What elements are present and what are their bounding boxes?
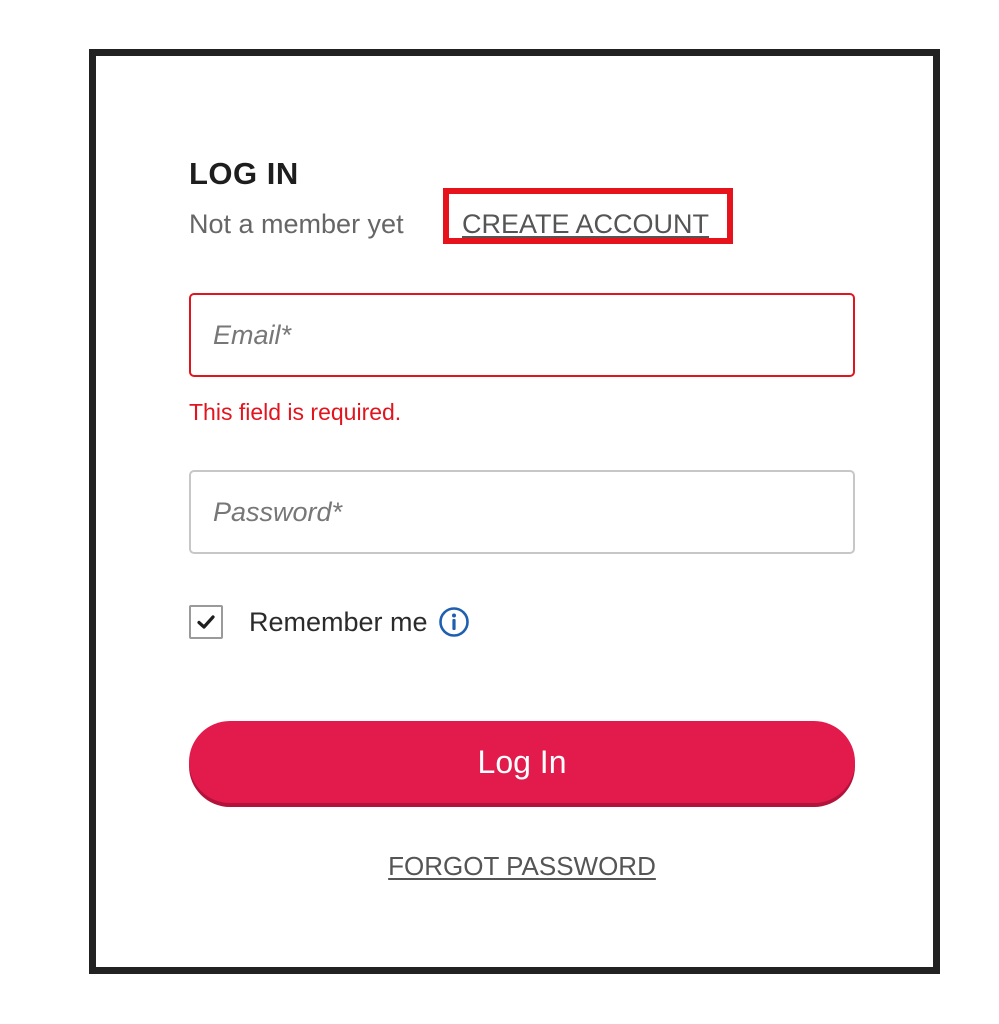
login-form: LOG IN Not a member yet CREATE ACCOUNT T… <box>189 56 855 967</box>
forgot-password-link[interactable]: FORGOT PASSWORD <box>189 849 855 883</box>
email-field[interactable] <box>189 293 855 377</box>
password-field[interactable] <box>189 470 855 554</box>
login-panel: LOG IN Not a member yet CREATE ACCOUNT T… <box>89 49 940 974</box>
check-icon <box>197 615 215 629</box>
remember-me-checkbox[interactable] <box>189 605 223 639</box>
signup-prompt: Not a member yet <box>189 206 404 242</box>
not-member-text: Not a member yet <box>189 209 404 239</box>
remember-me-label: Remember me <box>249 607 428 637</box>
create-account-link[interactable]: CREATE ACCOUNT <box>462 206 709 242</box>
page-title: LOG IN <box>189 156 299 191</box>
remember-me-row: Remember me <box>189 602 470 642</box>
info-icon[interactable] <box>438 606 470 638</box>
email-error-message: This field is required. <box>189 399 402 425</box>
login-button[interactable]: Log In <box>189 721 855 803</box>
